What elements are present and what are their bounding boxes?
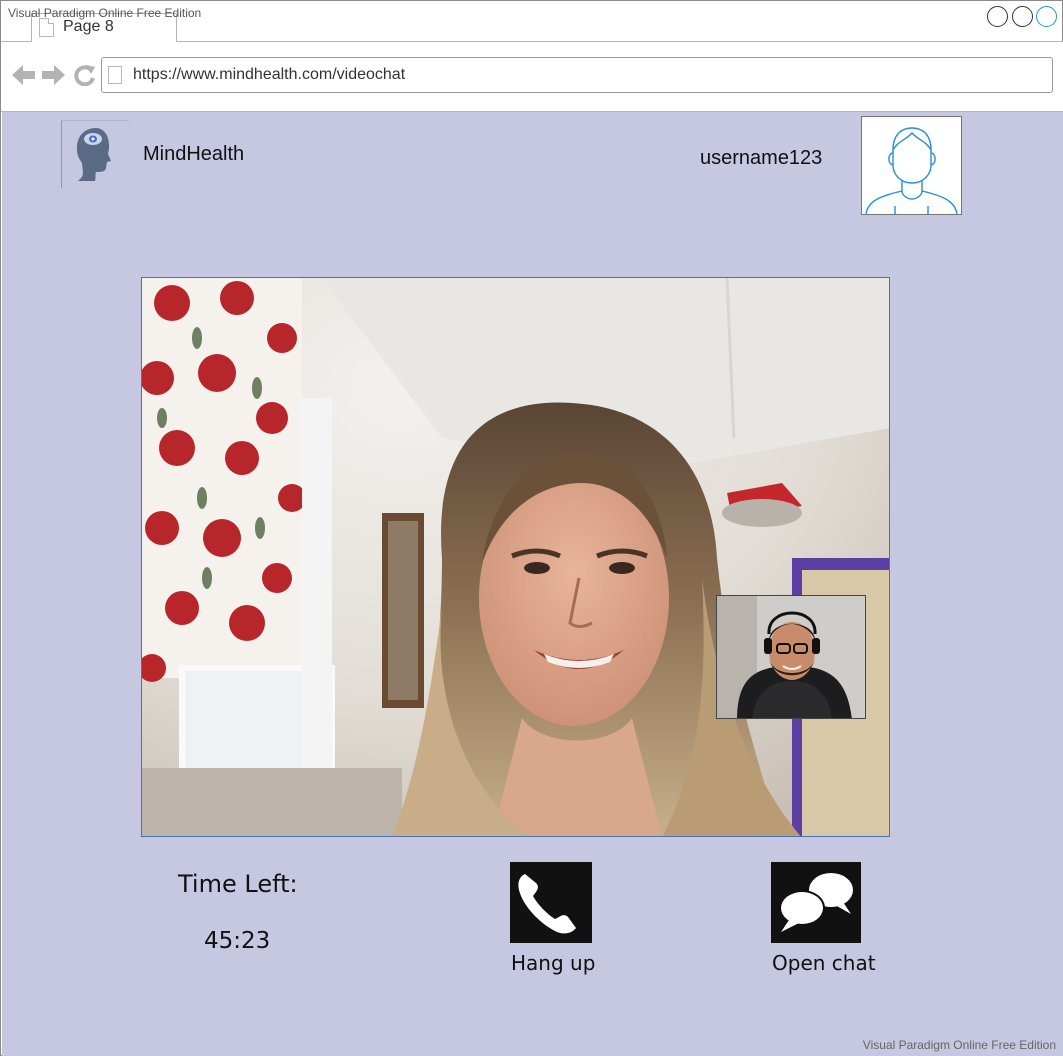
address-bar: https://www.mindhealth.com/videochat xyxy=(1,42,1063,112)
document-icon xyxy=(39,18,54,37)
brand-name: MindHealth xyxy=(143,143,245,165)
hang-up-button[interactable] xyxy=(510,862,592,943)
logo[interactable] xyxy=(61,120,129,188)
hang-up-label: Hang up xyxy=(511,951,596,975)
back-arrow-icon[interactable] xyxy=(11,64,36,86)
reload-icon[interactable] xyxy=(72,64,97,86)
editor-watermark-bottom: Visual Paradigm Online Free Edition xyxy=(862,1038,1056,1052)
username-label: username123 xyxy=(700,147,823,169)
url-text: https://www.mindhealth.com/videochat xyxy=(133,66,406,83)
self-view-video[interactable] xyxy=(716,595,866,719)
forward-arrow-icon[interactable] xyxy=(41,64,66,86)
url-input[interactable]: https://www.mindhealth.com/videochat xyxy=(101,57,1053,93)
head-brain-icon xyxy=(76,128,111,181)
video-frame-image xyxy=(142,278,889,836)
user-avatar[interactable] xyxy=(861,116,962,215)
browser-window-mockup: Page 8 Visual Paradigm Online Free Editi… xyxy=(0,0,1063,1056)
page-icon xyxy=(108,66,122,84)
speech-bubbles-icon xyxy=(779,873,853,932)
user-avatar-icon xyxy=(865,127,958,215)
window-button-maximize[interactable] xyxy=(1012,6,1033,27)
time-left-value: 45:23 xyxy=(204,928,271,954)
editor-watermark-top: Visual Paradigm Online Free Edition xyxy=(8,6,202,20)
window-button-close[interactable] xyxy=(1036,6,1057,27)
phone-icon xyxy=(518,874,576,934)
remote-video-feed xyxy=(141,277,890,837)
window-button-minimize[interactable] xyxy=(987,6,1008,27)
time-left-label: Time Left: xyxy=(178,870,298,898)
self-view-image xyxy=(717,596,865,718)
open-chat-label: Open chat xyxy=(772,951,876,975)
tab-label: Page 8 xyxy=(63,18,114,35)
open-chat-button[interactable] xyxy=(771,862,861,943)
